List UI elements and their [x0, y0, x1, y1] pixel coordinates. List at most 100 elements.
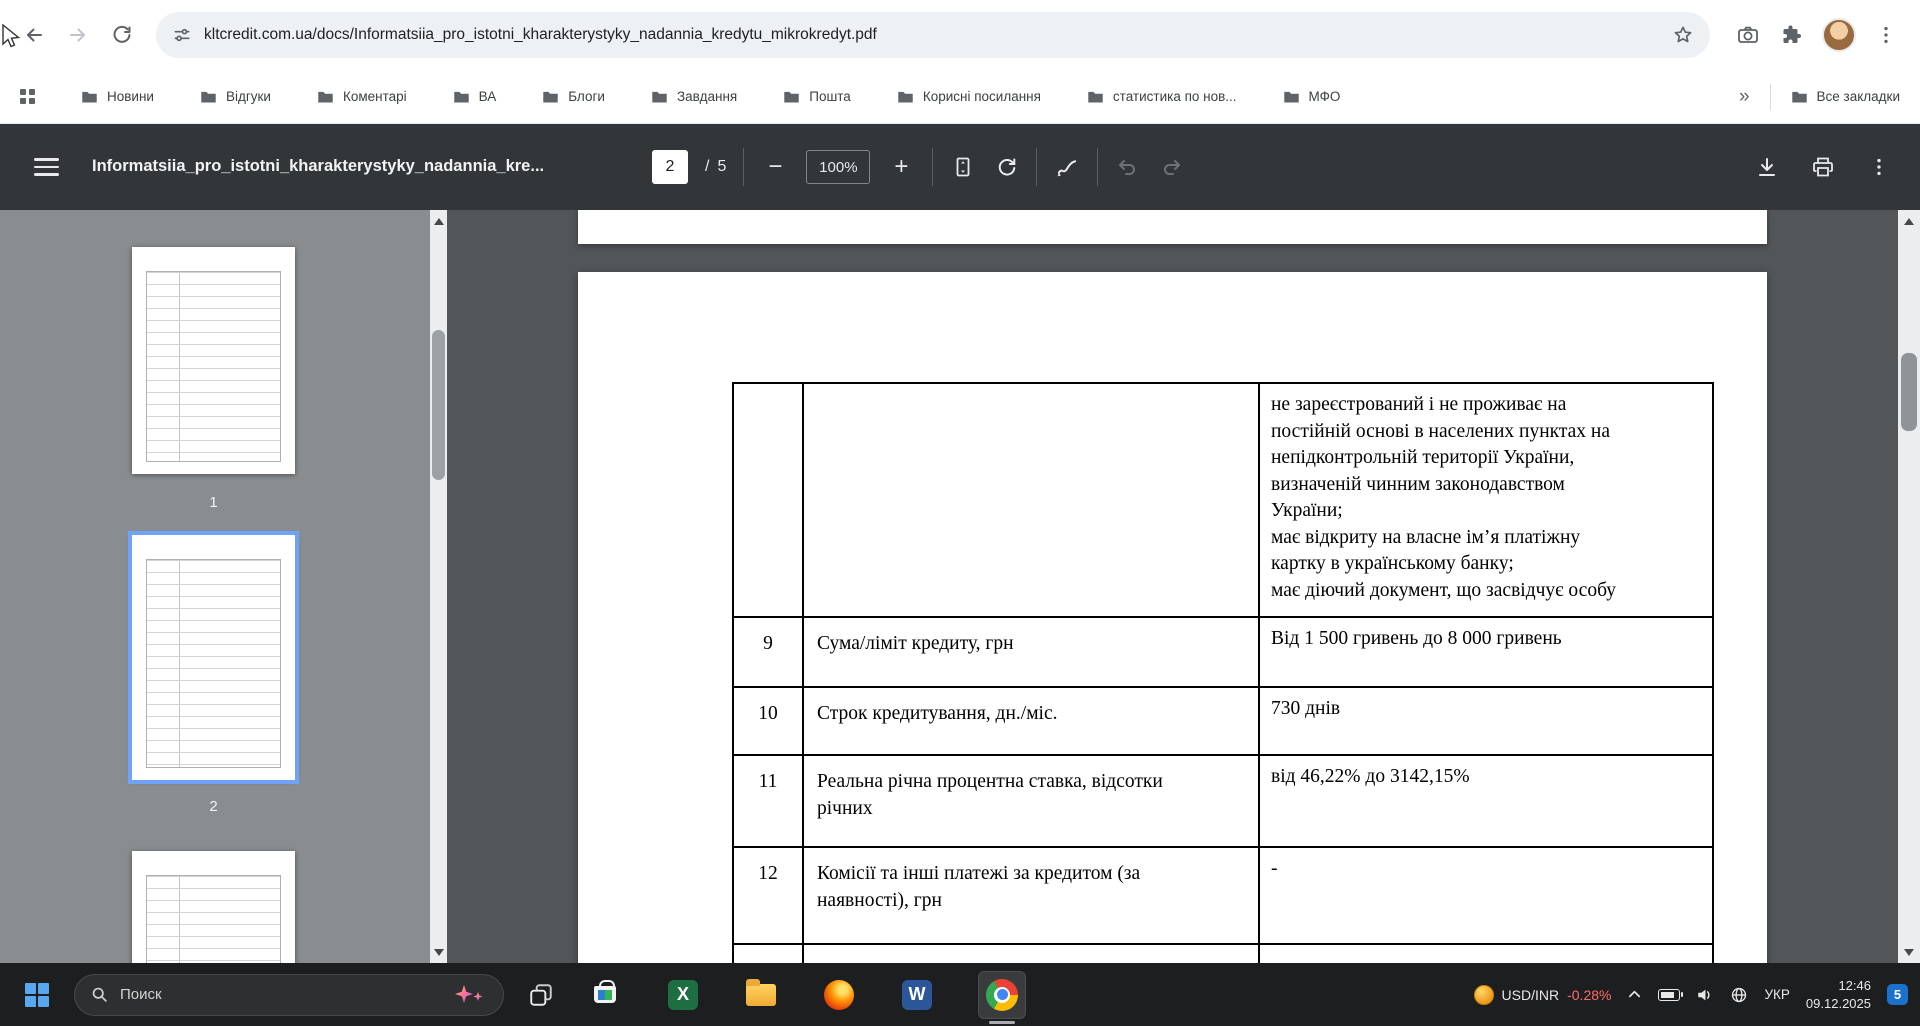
- pdf-menu-button[interactable]: [34, 155, 59, 179]
- download-button[interactable]: [1754, 154, 1780, 180]
- battery-icon[interactable]: [1658, 988, 1684, 1001]
- search-placeholder: Поиск: [120, 986, 162, 1003]
- taskbar-app-file-explorer[interactable]: [744, 978, 778, 1012]
- zoom-level-input[interactable]: 100%: [806, 150, 871, 184]
- document-scrollbar[interactable]: [1898, 210, 1920, 963]
- taskbar-app-excel[interactable]: X: [666, 978, 700, 1012]
- annotate-button[interactable]: [1054, 154, 1080, 180]
- rotate-button[interactable]: [993, 154, 1019, 180]
- bookmark-folder-zavdannia[interactable]: Завдання: [651, 89, 737, 104]
- clock-widget[interactable]: 12:46 09.12.2025: [1806, 977, 1871, 1012]
- camera-button[interactable]: [1726, 13, 1770, 57]
- undo-icon: [1119, 160, 1136, 175]
- redo-button[interactable]: [1158, 154, 1184, 180]
- task-view-button[interactable]: [524, 978, 558, 1012]
- taskbar-search-box[interactable]: Поиск: [74, 973, 504, 1016]
- notification-badge[interactable]: 5: [1887, 984, 1908, 1005]
- browser-menu-button[interactable]: [1864, 13, 1908, 57]
- undo-button[interactable]: [1115, 154, 1141, 180]
- bookmark-label: ВА: [478, 89, 497, 104]
- document-scrollbar-thumb[interactable]: [1901, 353, 1917, 431]
- bookmark-folder-novyny[interactable]: Новини: [81, 89, 154, 104]
- folder-icon: [201, 91, 216, 103]
- page-3-thumbnail[interactable]: [132, 851, 295, 963]
- bookmark-folder-va[interactable]: ВА: [453, 89, 497, 104]
- taskbar-app-word[interactable]: W: [900, 978, 934, 1012]
- sidebar-scrollbar-thumb[interactable]: [432, 330, 445, 480]
- bookmark-folder-statystyka[interactable]: статистика по нов...: [1087, 89, 1237, 104]
- bookmark-label: Пошта: [809, 89, 851, 104]
- page-1-thumbnail[interactable]: [132, 247, 295, 474]
- table-cell-value: 730 днів: [1260, 688, 1714, 756]
- bookmark-label: Новини: [107, 89, 154, 104]
- download-icon: [1759, 158, 1775, 176]
- forward-arrow-icon: [70, 28, 85, 42]
- hidden-icons-chevron[interactable]: [1627, 987, 1642, 1002]
- table-cell-label: Строк кредитування, дн./міс.: [804, 688, 1260, 756]
- network-globe-icon[interactable]: [1730, 986, 1748, 1004]
- url-bar[interactable]: kltcredit.com.ua/docs/Informatsiia_pro_i…: [156, 12, 1710, 58]
- coin-icon: [1473, 984, 1494, 1005]
- app-excel-icon: X: [668, 979, 698, 1010]
- folder-icon: [898, 91, 913, 103]
- start-button[interactable]: [20, 978, 54, 1012]
- bookmarks-overflow-chevron[interactable]: »: [1739, 86, 1750, 108]
- folder-icon: [318, 91, 333, 103]
- table-cell-value: від 46,22% до 3142,15%: [1260, 756, 1714, 848]
- sidebar-scrollbar[interactable]: [430, 210, 447, 963]
- table-row-11: 11 Реальна річна процентна ставка, відсо…: [734, 756, 1714, 848]
- windows-taskbar: Поиск X W USD/INR -0.28% УКР 12:46 09.12…: [0, 963, 1920, 1026]
- page-total: 5: [717, 158, 727, 175]
- fit-to-page-button[interactable]: [950, 154, 976, 180]
- app-file-explorer-icon: [746, 978, 776, 1006]
- page-number-input[interactable]: 2: [652, 150, 688, 184]
- pdf-more-options-button[interactable]: [1866, 154, 1892, 180]
- taskbar-app-store[interactable]: [588, 978, 622, 1012]
- copilot-sparkle-icon[interactable]: [453, 983, 487, 1007]
- language-indicator[interactable]: УКР: [1764, 987, 1789, 1002]
- reload-icon: [113, 25, 131, 43]
- bookmark-label: Коментарі: [342, 89, 407, 104]
- taskbar-app-firefox[interactable]: [822, 978, 856, 1012]
- profile-avatar[interactable]: [1822, 18, 1856, 52]
- bookmark-folder-blohy[interactable]: Блоги: [542, 89, 605, 104]
- folder-icon: [1791, 91, 1807, 103]
- bookmark-label: МФО: [1308, 89, 1341, 104]
- scroll-down-arrow[interactable]: [430, 941, 447, 963]
- bookmark-folder-mfo[interactable]: МФО: [1283, 89, 1341, 104]
- ink-pen-icon: [1058, 160, 1077, 177]
- extensions-button[interactable]: [1770, 13, 1814, 57]
- market-ticker-widget[interactable]: USD/INR -0.28%: [1473, 984, 1611, 1005]
- bookmark-folder-korysni-posylannia[interactable]: Корисні посилання: [897, 89, 1041, 104]
- page-2-thumbnail[interactable]: [132, 535, 295, 780]
- all-bookmarks-button[interactable]: Все закладки: [1791, 89, 1900, 104]
- thumbnail-content-sketch: [146, 271, 281, 462]
- site-info-icon[interactable]: [172, 25, 192, 45]
- bookmark-folder-komentari[interactable]: Коментарі: [317, 89, 407, 104]
- reload-button[interactable]: [100, 13, 144, 57]
- table-cell-label: [804, 945, 1260, 963]
- table-row-10: 10 Строк кредитування, дн./міс. 730 днів: [734, 688, 1714, 756]
- bookmark-folder-vidhuky[interactable]: Відгуки: [200, 89, 271, 104]
- volume-icon[interactable]: [1696, 986, 1714, 1004]
- kebab-menu-icon: [1884, 26, 1888, 44]
- toolbar-divider: [932, 148, 934, 186]
- scroll-up-arrow[interactable]: [1898, 210, 1920, 232]
- folder-icon: [1283, 91, 1299, 103]
- print-button[interactable]: [1810, 154, 1836, 180]
- table-cell-label: Комісії та інші платежі за кредитом (за …: [804, 848, 1260, 945]
- folder-icon: [784, 91, 799, 103]
- scroll-up-arrow[interactable]: [430, 210, 447, 232]
- bookmark-folder-poshta[interactable]: Пошта: [783, 89, 851, 104]
- camera-icon: [1738, 26, 1758, 43]
- zoom-in-button[interactable]: +: [887, 153, 915, 181]
- forward-button[interactable]: [56, 13, 100, 57]
- taskbar-app-chrome-active[interactable]: [978, 970, 1026, 1019]
- all-bookmarks-label: Все закладки: [1816, 89, 1900, 104]
- table-cell-value: [1260, 945, 1714, 963]
- scroll-down-arrow[interactable]: [1898, 941, 1920, 963]
- app-word-icon: W: [902, 979, 932, 1010]
- bookmark-star-icon[interactable]: [1672, 24, 1694, 46]
- apps-grid-icon[interactable]: [20, 89, 35, 104]
- zoom-out-button[interactable]: −: [761, 153, 789, 181]
